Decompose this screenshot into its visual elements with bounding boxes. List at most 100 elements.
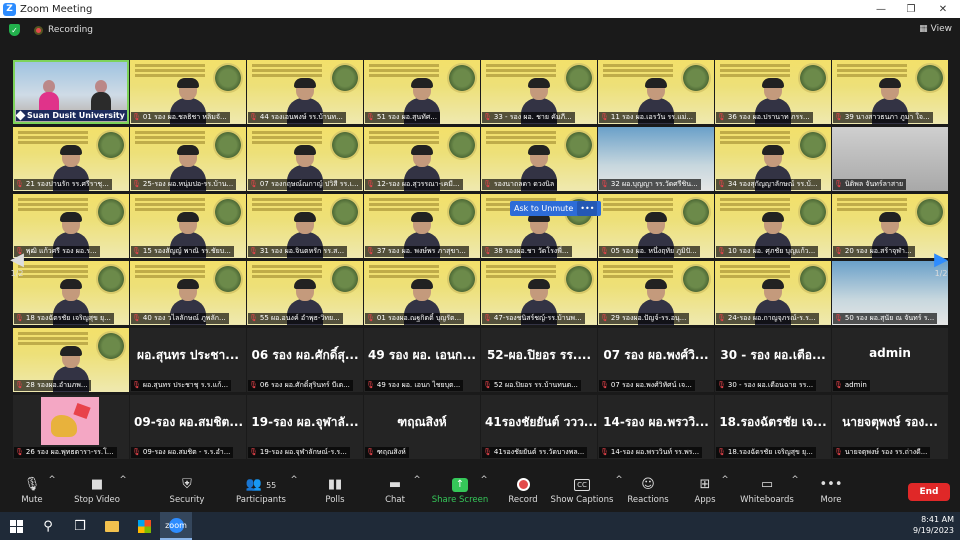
participants-button[interactable]: 👥 55 Participants: [226, 475, 296, 505]
more-button[interactable]: ••• More: [796, 475, 866, 505]
chevron-right-icon: ▶: [934, 248, 948, 270]
video-tile-name: 🎙 15 รองสัญญ์ พาณิ รร.ชัยบ...: [131, 246, 234, 257]
muted-microphone-icon: 🎙: [132, 113, 141, 121]
video-tile[interactable]: 🎙 05 รอง ผอ. หนึ่งฤทัย ภูมิปั...: [598, 194, 714, 258]
name-only-tile[interactable]: 09-รอง ผอ.สมชิต... 🎙 09-รอง ผอ.สมชิต - ร.ร…: [130, 395, 246, 459]
view-button[interactable]: ▦ View: [919, 24, 952, 34]
muted-microphone-icon: 🎙: [249, 381, 258, 389]
video-tile-name: 🎙 นายจตุพงษ์ รอง รร.ถ่างดี...: [833, 447, 931, 458]
zoom-logo-icon: Z: [3, 2, 16, 16]
video-tile[interactable]: 🎙 นิติพล จันทร์ลาสาย: [832, 127, 948, 191]
name-only-tile[interactable]: 30 - รอง ผอ.เตือ... 🎙 30 - รอง ผอ.เตือนฉาย…: [715, 328, 831, 392]
video-tile[interactable]: 🎙 10 รอง ผอ. ศุภชัย บุญแก้ว...: [715, 194, 831, 258]
video-tile[interactable]: 🎙 47-รองชนิสร์ชญ์-รร.บ้านพ...: [481, 261, 597, 325]
video-tile-host[interactable]: Suan Dusit University: [13, 60, 129, 124]
video-tile-label: 01 รอง ผอ.ชลธิชา หลิมจั...: [142, 113, 227, 121]
grid-view-icon: ▦: [919, 24, 928, 34]
participant-display-name: 49 รอง ผอ. เอนก...: [368, 348, 476, 362]
video-tile-label: 38 รองผอ.ชา วัดโรงพี่...: [493, 247, 569, 255]
muted-microphone-icon: 🎙: [483, 314, 492, 322]
name-only-tile[interactable]: 52-ผอ.ปิยอร รร.... 🎙 52 ผอ.ปิยอร รร.บ้านทน…: [481, 328, 597, 392]
name-only-tile[interactable]: 14-รอง ผอ.พรววิ... 🎙 14-รอง ผอ.พรววินท์ รร…: [598, 395, 714, 459]
security-button[interactable]: ⛨ Security: [152, 475, 222, 505]
minimize-button[interactable]: —: [866, 0, 896, 18]
video-tile[interactable]: 🎙 28 รองผอ.อำมภพ...: [13, 328, 129, 392]
apps-options-caret[interactable]: ^: [720, 475, 730, 485]
video-tile[interactable]: 🎙 51 รอง ผอ.สุนทัศ...: [364, 60, 480, 124]
encryption-shield-icon[interactable]: ✓: [9, 24, 20, 36]
close-button[interactable]: ✕: [928, 0, 958, 18]
video-tile[interactable]: 🎙 55 ผอ.อนงค์ อำพุธ-วิทย...: [247, 261, 363, 325]
video-tile[interactable]: 🎙 29 รองผอ.ปัญจ์-รร.อนุ...: [598, 261, 714, 325]
muted-microphone-icon: 🎙: [249, 314, 258, 322]
video-tile[interactable]: 🎙 36 รอง ผอ.ปรานาท ภรร...: [715, 60, 831, 124]
task-view-button[interactable]: ❒: [64, 512, 96, 540]
muted-microphone-icon: 🎙: [834, 448, 843, 456]
maximize-button[interactable]: ❐: [896, 0, 926, 18]
video-gallery: Suan Dusit University 🎙 01 รอง ผอ.ชลธิชา ห…: [13, 60, 948, 465]
video-tile[interactable]: 🎙 11 รอง ผอ.เอรวัน รร.แม่...: [598, 60, 714, 124]
video-tile-name: 🎙 14-รอง ผอ.พรววินท์ รร.พร...: [599, 447, 703, 458]
video-tile[interactable]: 🎙 32 ผอ.บุญญา รร.วัดศรีชิน...: [598, 127, 714, 191]
video-options-caret[interactable]: ^: [118, 475, 128, 485]
video-tile[interactable]: 🎙 01 รอง ผอ.ชลธิชา หลิมจั...: [130, 60, 246, 124]
video-tile[interactable]: 🎙 24-รอง ผอ.กาญจุภรณ์-ร.ร...: [715, 261, 831, 325]
video-tile-label: 06 รอง ผอ.ศักดิ์สุรินทร์ บีเต...: [259, 381, 350, 389]
name-only-tile[interactable]: 19-รอง ผอ.จุฬาลั... 🎙 19-รอง ผอ.จุฬาลักษณ์…: [247, 395, 363, 459]
name-only-tile[interactable]: admin 🎙 admin: [832, 328, 948, 392]
video-tile-name: 🎙 25-รอง ผอ.หนุ่มปอ-รร.บ้าน...: [131, 179, 237, 190]
name-only-tile[interactable]: ผอ.สุนทร ประชา... 🎙 ผอ.สุนทร ประชาชุ ร.ร.แ…: [130, 328, 246, 392]
muted-microphone-icon: 🎙: [717, 381, 726, 389]
show-captions-button[interactable]: CC Show Captions: [547, 475, 617, 505]
video-tile[interactable]: 🎙 44 รองเอนพงษ์ รร.บ้านท...: [247, 60, 363, 124]
name-only-tile[interactable]: 06 รอง ผอ.ศักดิ์สุ... 🎙 06 รอง ผอ.ศักดิ์สุ…: [247, 328, 363, 392]
more-dots-icon: •••: [819, 477, 843, 492]
next-page-button[interactable]: ▶ 1/2: [926, 232, 956, 296]
search-button[interactable]: ⚲: [32, 512, 64, 540]
video-tile[interactable]: 🎙 37 รอง ผอ. พงษ์พร ภาสุขา...: [364, 194, 480, 258]
meeting-status-bar: ✓ Recording: [0, 18, 960, 42]
name-only-tile[interactable]: นายจตุพงษ์ รอง... 🎙 นายจตุพงษ์ รอง รร.ถ่าง…: [832, 395, 948, 459]
name-only-tile[interactable]: 07 รอง ผอ.พงศ์วิ... 🎙 07 รอง ผอ.พงศ์วิทัศน…: [598, 328, 714, 392]
muted-microphone-icon: 🎙: [249, 113, 258, 121]
name-only-tile[interactable]: 41รองชัยยันต์ ววว... 🎙 41รองชัยยันต์ รร.วั…: [481, 395, 597, 459]
video-tile[interactable]: 🎙 รองนาถลดา ดวงนิล: [481, 127, 597, 191]
video-tile[interactable]: 🎙 21 รองปานรัก รร.ศรีราชุ...: [13, 127, 129, 191]
video-tile[interactable]: 🎙 15 รองสัญญ์ พาณิ รร.ชัยบ...: [130, 194, 246, 258]
video-tile[interactable]: 🎙 39 นางสาวธนภา ภูมา ใจ...: [832, 60, 948, 124]
file-explorer-button[interactable]: [96, 512, 128, 540]
name-only-tile[interactable]: 🎙 26 รอง ผอ.พุทธตารา-รร.โ...: [13, 395, 129, 459]
video-tile[interactable]: 🎙 07 รองกฤษณ์ณกาญ์ ปวิสี รร.เ...: [247, 127, 363, 191]
video-tile-name: 🎙 38 รองผอ.ชา วัดโรงพี่...: [482, 246, 572, 257]
ask-to-unmute-button[interactable]: Ask to Unmute •••: [510, 201, 602, 216]
video-tile-name: 🎙 51 รอง ผอ.สุนทัศ...: [365, 112, 440, 123]
muted-microphone-icon: 🎙: [132, 180, 141, 188]
video-tile[interactable]: 🎙 12-รอง ผอ.สุวรรณา-เคมี...: [364, 127, 480, 191]
end-meeting-button[interactable]: End: [908, 483, 950, 501]
muted-microphone-icon: 🎙: [132, 448, 141, 456]
video-tile[interactable]: 🎙 01 รองผอ.ณฐกิตติ์ บุญรัต...: [364, 261, 480, 325]
video-tile[interactable]: 🎙 34 รองสุกัญญาลักษณ์ รร.บ้...: [715, 127, 831, 191]
muted-microphone-icon: 🎙: [366, 314, 375, 322]
tile-more-options-button[interactable]: •••: [577, 201, 598, 216]
audio-options-caret[interactable]: ^: [47, 475, 57, 485]
participants-options-caret[interactable]: ^: [289, 475, 299, 485]
video-tile[interactable]: 🎙 25-รอง ผอ.หนุ่มปอ-รร.บ้าน...: [130, 127, 246, 191]
video-tile[interactable]: 🎙 40 รอง วไลลักษณ์ ภูพลัก...: [130, 261, 246, 325]
search-icon: ⚲: [43, 518, 53, 534]
zoom-taskbar-button[interactable]: zoom: [160, 512, 192, 540]
video-tile[interactable]: 🎙 31 รอง ผอ.จินตหรัก รร.ส...: [247, 194, 363, 258]
start-button[interactable]: [0, 512, 32, 540]
video-tile-label: 31 รอง ผอ.จินตหรัก รร.ส...: [259, 247, 345, 255]
taskbar-clock[interactable]: 8:41 AM 9/19/2023: [913, 514, 954, 536]
previous-page-button[interactable]: ◀ 1/2: [2, 232, 32, 296]
participant-display-name: 09-รอง ผอ.สมชิต...: [134, 415, 244, 429]
store-button[interactable]: [128, 512, 160, 540]
name-only-tile[interactable]: 49 รอง ผอ. เอนก... 🎙 49 รอง ผอ. เอนก ไชยบุ…: [364, 328, 480, 392]
video-tile-name: 🎙 29 รองผอ.ปัญจ์-รร.อนุ...: [599, 313, 690, 324]
name-only-tile[interactable]: ฑฤณสิงห์ 🎙 ฑฤณสิงห์: [364, 395, 480, 459]
name-only-tile[interactable]: 18.รองฉัตรชัย เจ... 🎙 18.รองฉัตรชัย เจริญส…: [715, 395, 831, 459]
video-tile[interactable]: 🎙 33 - รอง ผอ. ชาย คัมภี...: [481, 60, 597, 124]
video-tile-label: 33 - รอง ผอ. ชาย คัมภี...: [493, 113, 572, 121]
chat-options-caret[interactable]: ^: [412, 475, 422, 485]
